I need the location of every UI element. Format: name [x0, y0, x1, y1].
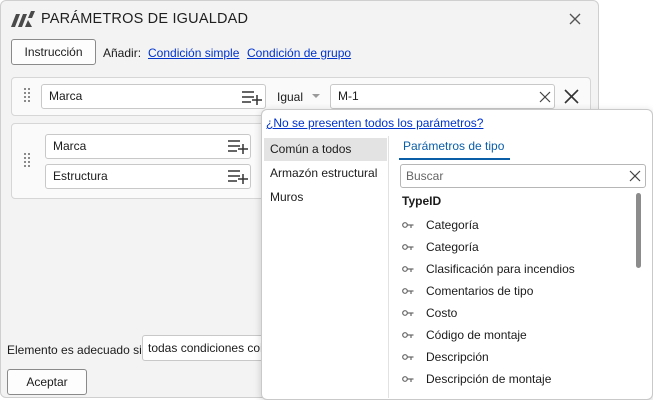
group-parameter-field[interactable]: Estructura: [45, 164, 251, 189]
suitable-select[interactable]: todas condiciones coinciden: [142, 335, 267, 361]
search-box: [400, 164, 646, 188]
parameter-label: Categoría: [426, 218, 479, 232]
add-label: Añadir:: [103, 46, 142, 60]
group-parameter-value: Estructura: [53, 169, 108, 183]
instruction-button[interactable]: Instrucción: [11, 39, 96, 65]
clear-icon[interactable]: [629, 170, 641, 182]
key-icon: [402, 354, 414, 360]
value-field[interactable]: M-1: [330, 84, 555, 109]
clear-icon[interactable]: [539, 91, 551, 103]
value-field-text: M-1: [338, 89, 359, 103]
close-icon[interactable]: [567, 11, 583, 27]
app-logo-icon: [11, 11, 35, 27]
drag-grip-icon[interactable]: [23, 152, 31, 170]
parameter-picker-popup: ¿No se presenten todos los parámetros? C…: [261, 109, 653, 400]
tab-type-parameters[interactable]: Parámetros de tipo: [399, 139, 508, 158]
operator-select[interactable]: Igual: [277, 90, 303, 104]
tab-indicator: [399, 158, 510, 160]
chevron-down-icon[interactable]: [312, 94, 320, 98]
parameter-label: Comentarios de tipo: [426, 284, 534, 298]
group-condition-link[interactable]: Condición de grupo: [247, 46, 351, 60]
category-item[interactable]: Muros: [264, 186, 387, 209]
divider: [388, 136, 389, 398]
key-icon: [402, 244, 414, 250]
drag-grip-icon[interactable]: [23, 87, 31, 105]
parameter-label: Código de montaje: [426, 328, 527, 342]
missing-parameters-link[interactable]: ¿No se presenten todos los parámetros?: [266, 116, 483, 130]
parameter-label: Descripción: [426, 350, 489, 364]
accept-button[interactable]: Aceptar: [7, 369, 87, 395]
category-item[interactable]: Armazón estructural: [264, 162, 387, 185]
key-icon: [402, 288, 414, 294]
parameter-label: Clasificación para incendios: [426, 262, 575, 276]
simple-condition-link[interactable]: Condición simple: [148, 46, 239, 60]
key-icon: [402, 376, 414, 382]
group-parameter-value: Marca: [53, 139, 87, 153]
parameter-label: Descripción de montaje: [426, 372, 552, 386]
group-parameter-field[interactable]: Marca: [45, 134, 251, 159]
parameter-label: Categoría: [426, 240, 479, 254]
remove-condition-icon[interactable]: [564, 89, 579, 104]
key-icon: [402, 222, 414, 228]
category-list: Común a todos Armazón estructural Muros: [264, 136, 388, 396]
suitable-label: Elemento es adecuado si: [7, 343, 142, 357]
category-item[interactable]: Común a todos: [264, 138, 387, 161]
window-title: PARÁMETROS DE IGUALDAD: [41, 11, 249, 27]
key-icon: [402, 266, 414, 272]
list-header: TypeID: [402, 194, 442, 208]
key-icon: [402, 332, 414, 338]
add-parameter-icon[interactable]: [227, 138, 249, 154]
add-parameter-icon[interactable]: [241, 89, 263, 105]
parameter-label: Costo: [426, 306, 458, 320]
key-icon: [402, 310, 414, 316]
search-input[interactable]: [406, 168, 616, 184]
scrollbar-thumb[interactable]: [636, 193, 641, 268]
title-bar: PARÁMETROS DE IGUALDAD: [1, 1, 598, 37]
add-parameter-icon[interactable]: [227, 168, 249, 184]
parameter-field[interactable]: Marca: [41, 84, 266, 109]
parameter-field-value: Marca: [49, 89, 83, 103]
